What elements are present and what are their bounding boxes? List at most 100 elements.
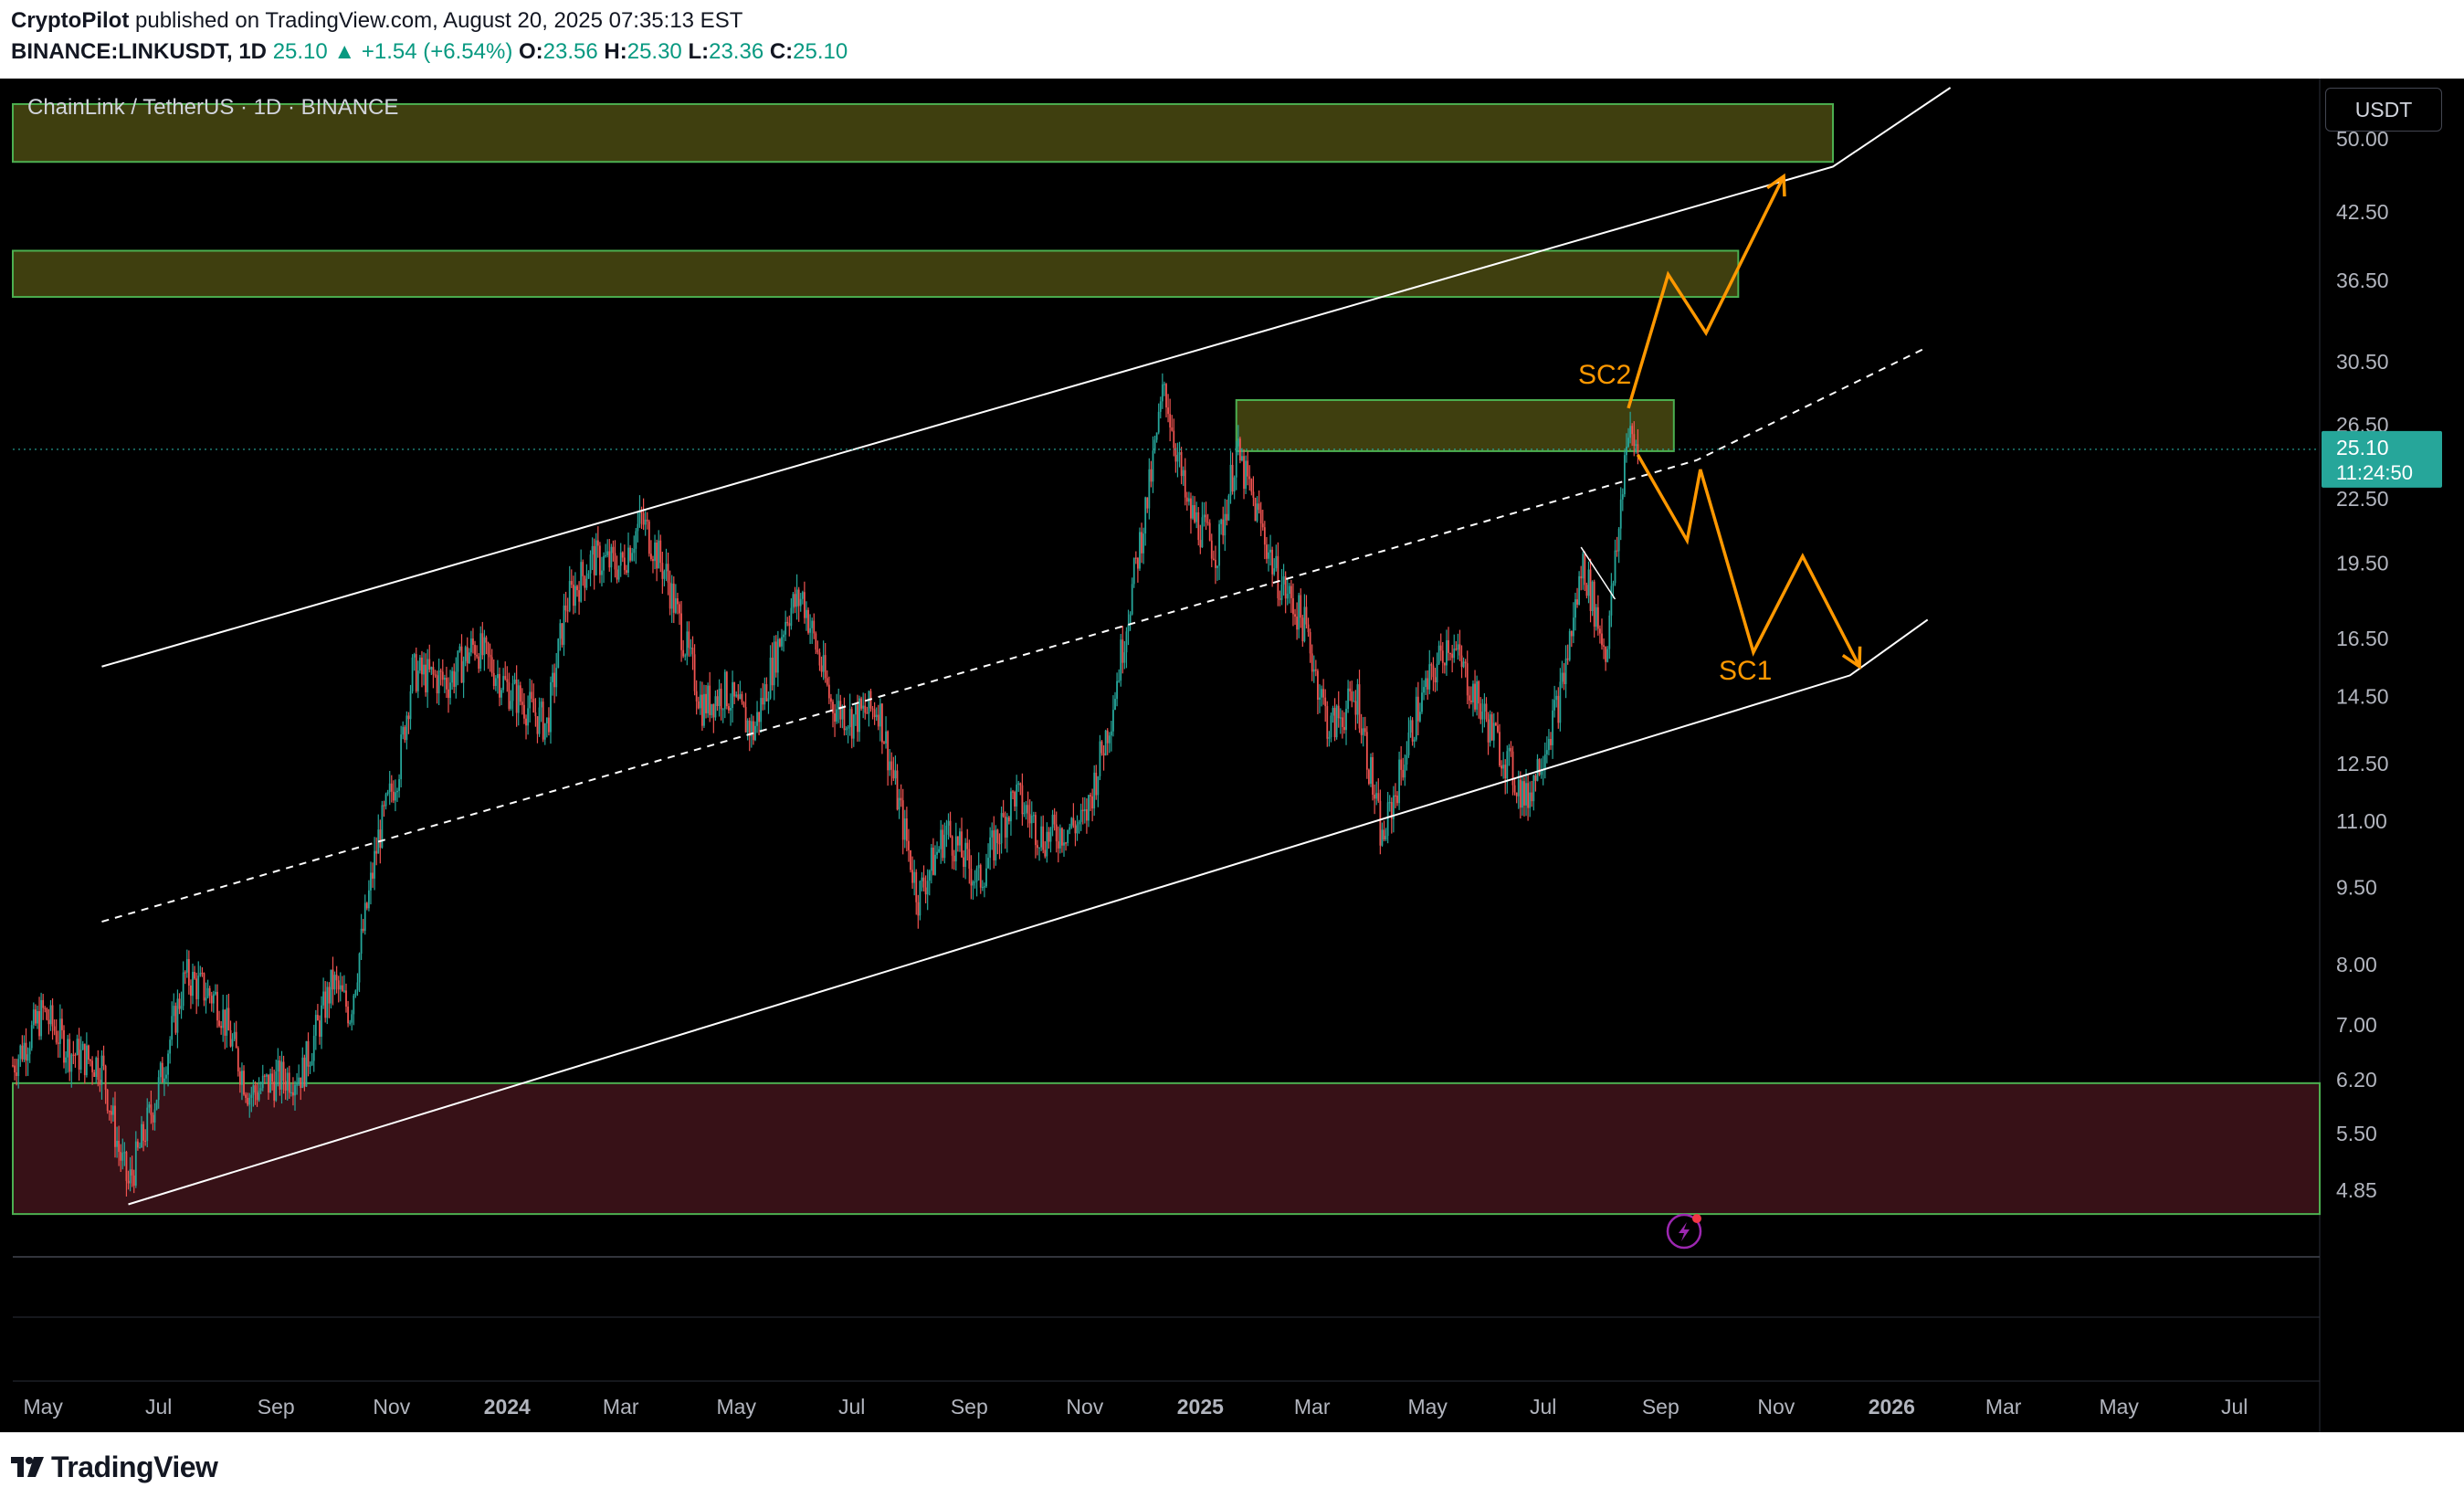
- candle-body: [511, 683, 514, 702]
- candle-body: [1292, 597, 1294, 615]
- candle: [540, 698, 542, 723]
- x-tick-label: Sep: [951, 1395, 988, 1419]
- candle-body: [1245, 460, 1248, 490]
- price-chart[interactable]: SC2SC150.0042.5036.5030.5026.5022.5019.5…: [0, 79, 2464, 1432]
- candle: [195, 972, 198, 1015]
- candle-body: [922, 877, 925, 888]
- candle-body: [1448, 639, 1449, 653]
- candle: [1307, 617, 1310, 638]
- candle-body: [725, 671, 728, 707]
- candle-body: [781, 637, 783, 647]
- candle: [1187, 491, 1190, 506]
- candle-body: [258, 1091, 260, 1101]
- candle-body: [392, 791, 395, 801]
- candle-body: [182, 972, 184, 1007]
- tradingview-logo[interactable]: TradingView: [11, 1449, 218, 1485]
- candle-body: [499, 673, 500, 698]
- candle-body: [892, 769, 895, 779]
- candle-body: [599, 545, 601, 575]
- candle: [1502, 752, 1505, 779]
- candle-body: [570, 581, 573, 585]
- candle: [773, 635, 775, 701]
- candle-body: [1300, 595, 1302, 618]
- candle-body: [718, 689, 721, 707]
- candle-body: [508, 681, 511, 709]
- candle: [1379, 789, 1382, 855]
- candle: [1100, 740, 1103, 756]
- candle-body: [910, 849, 911, 870]
- candle-body: [1605, 646, 1607, 662]
- candle: [1131, 577, 1133, 616]
- candle-body: [1065, 842, 1067, 844]
- candle: [1227, 493, 1230, 522]
- candle-body: [1360, 728, 1363, 735]
- candle-body: [1333, 708, 1336, 738]
- candle: [797, 586, 800, 622]
- candle: [1042, 815, 1045, 854]
- candle: [1305, 595, 1308, 629]
- author-name[interactable]: CryptoPilot: [11, 8, 129, 33]
- candle-body: [354, 990, 357, 996]
- candle-body: [1404, 765, 1406, 778]
- candle-body: [489, 654, 491, 658]
- candle: [627, 533, 629, 577]
- candle: [905, 807, 908, 852]
- candle: [779, 638, 781, 648]
- candle-body: [1619, 499, 1622, 529]
- x-tick-label: May: [2099, 1395, 2139, 1419]
- candle-body: [1116, 680, 1118, 700]
- candle: [53, 1019, 56, 1036]
- candle: [642, 498, 645, 531]
- candle-body: [652, 559, 654, 562]
- candle: [975, 865, 978, 897]
- candle-body: [282, 1061, 285, 1081]
- candle: [321, 996, 322, 1050]
- candle: [1343, 712, 1345, 734]
- candle: [443, 674, 446, 693]
- candle-body: [1233, 477, 1236, 492]
- candle: [1081, 796, 1084, 825]
- candle-body: [1543, 754, 1546, 770]
- candle-body: [83, 1043, 86, 1076]
- candle-body: [409, 691, 412, 720]
- candle-body: [1210, 540, 1213, 559]
- candle: [83, 1043, 86, 1084]
- candle-body: [786, 621, 789, 624]
- candle-body: [400, 734, 403, 780]
- candle-body: [411, 657, 414, 691]
- candle-body: [395, 792, 396, 801]
- currency-button[interactable]: USDT: [2325, 88, 2442, 132]
- candle-body: [370, 872, 372, 891]
- candle-body: [1125, 631, 1128, 653]
- candle-body: [51, 1005, 54, 1027]
- candle-body: [1578, 575, 1581, 605]
- candle-body: [972, 881, 974, 886]
- candle-body: [1182, 469, 1185, 477]
- candle-body: [1582, 554, 1585, 579]
- candle: [928, 869, 931, 896]
- candle-body: [44, 1007, 47, 1009]
- candle: [1446, 629, 1448, 676]
- candle-body: [72, 1054, 75, 1056]
- candle: [1127, 609, 1130, 646]
- candle: [1014, 790, 1016, 812]
- candle: [1277, 542, 1279, 607]
- candle-body: [550, 681, 552, 733]
- candle-body: [1458, 644, 1461, 656]
- candle: [439, 668, 442, 686]
- candle-body: [1552, 710, 1553, 745]
- candle-body: [792, 594, 795, 608]
- candle-body: [415, 654, 417, 691]
- candle: [1104, 729, 1107, 756]
- candle: [1570, 630, 1573, 648]
- candle: [1273, 558, 1276, 576]
- candle: [951, 835, 953, 870]
- candle-body: [460, 646, 463, 683]
- candle-body: [531, 691, 533, 699]
- candle: [879, 698, 881, 742]
- candle-body: [864, 705, 867, 713]
- candle: [1190, 492, 1192, 534]
- candle: [1610, 573, 1613, 628]
- chart-area[interactable]: SC2 SC1 50.00 42.50 36.50 30.50 26.50 22.50 19.5…: [0, 79, 2464, 1432]
- candle-body: [150, 1104, 153, 1115]
